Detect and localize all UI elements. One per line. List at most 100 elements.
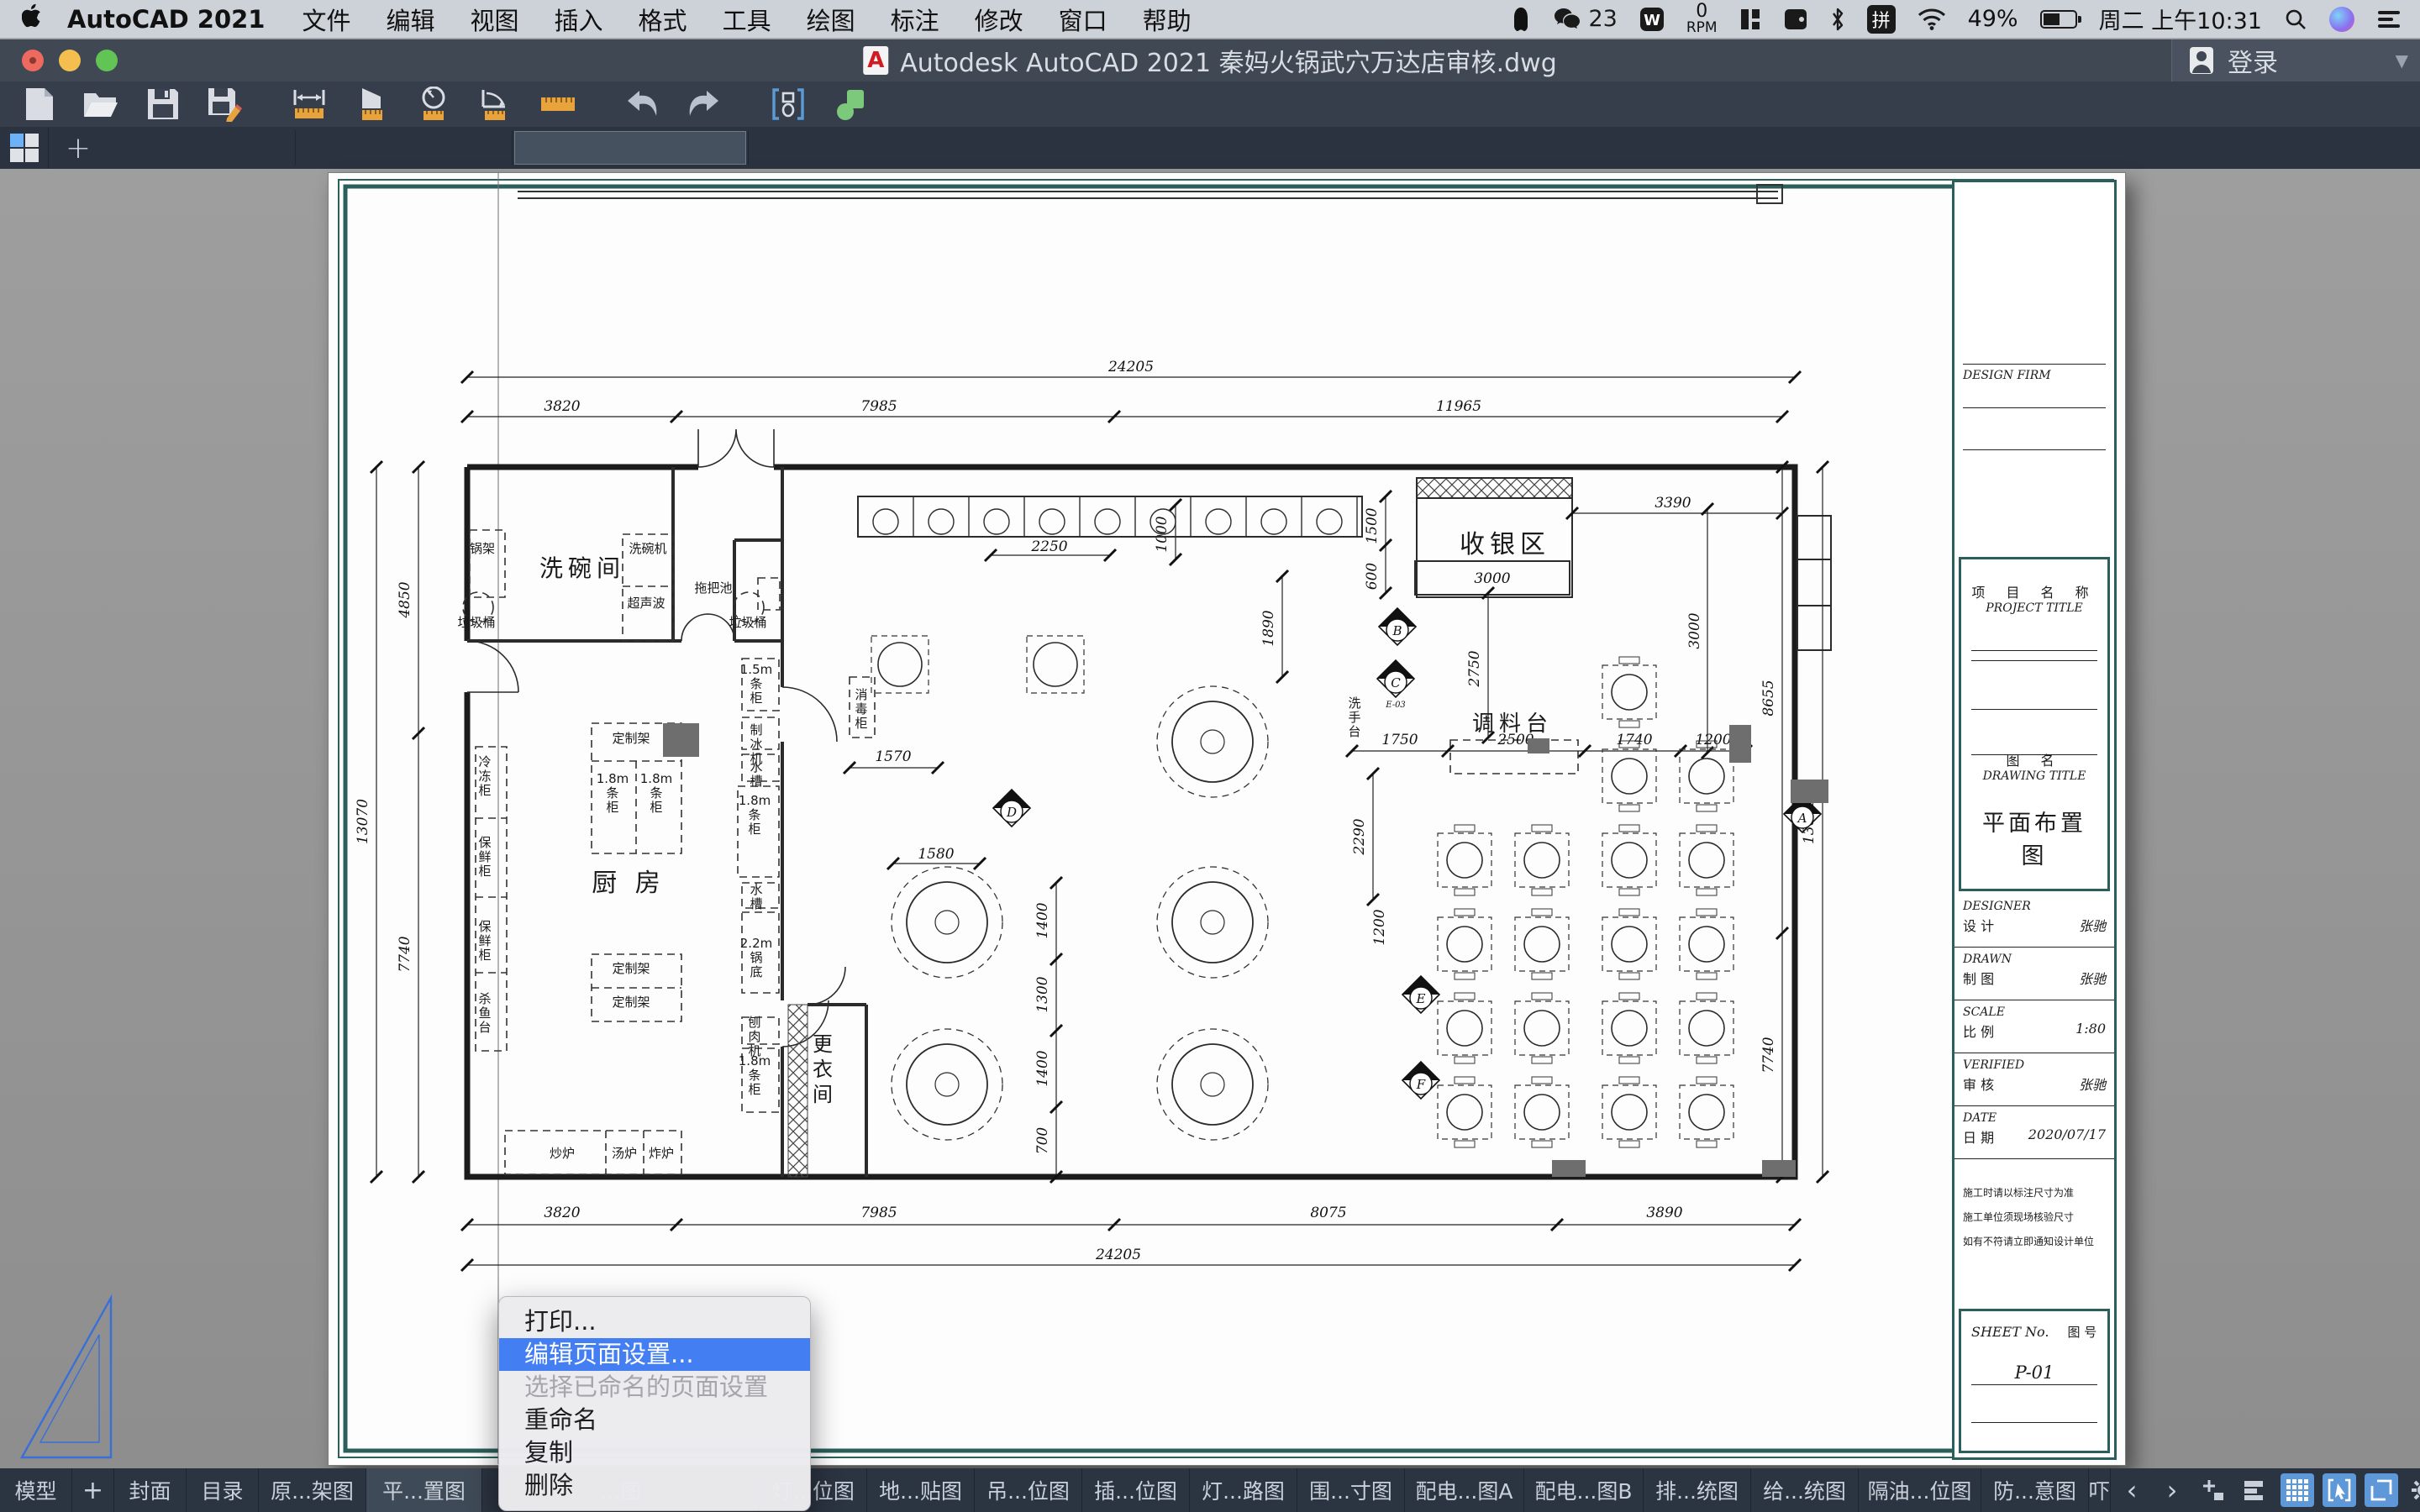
input-method-icon[interactable]: 拼: [1867, 5, 1896, 34]
layout-tab-给...统图[interactable]: 给...统图: [1751, 1468, 1859, 1512]
spotlight-icon[interactable]: [2284, 8, 2307, 31]
layout-tab-配电...图A[interactable]: 配电...图A: [1405, 1468, 1524, 1512]
menu-修改[interactable]: 修改: [975, 7, 1023, 35]
dim-angular-button[interactable]: [477, 86, 514, 123]
layout-tab-隔油...位图[interactable]: 隔油...位图: [1859, 1468, 1981, 1512]
menu-标注[interactable]: 标注: [891, 7, 939, 35]
apple-icon[interactable]: [22, 3, 44, 34]
svg-text:1.5m条柜: 1.5m条柜: [740, 662, 772, 706]
layout-tab-插...位图[interactable]: 插...位图: [1082, 1468, 1190, 1512]
wifi-icon[interactable]: [1918, 8, 1946, 30]
close-button[interactable]: [22, 50, 44, 71]
svg-text:3000: 3000: [1474, 570, 1510, 587]
dim-linear-button[interactable]: [291, 86, 328, 123]
layout-tab-围...寸图[interactable]: 围...寸图: [1297, 1468, 1405, 1512]
layout-paper: 2420538207985119653390150060030003000275…: [328, 172, 2126, 1466]
active-app-name: AutoCAD 2021: [67, 5, 265, 34]
layout-context-menu: 打印...编辑页面设置...选择已命名的页面设置重命名复制删除: [498, 1296, 811, 1511]
add-icon[interactable]: [2196, 1473, 2230, 1507]
menu-绘图[interactable]: 绘图: [807, 7, 855, 35]
svg-text:7740: 7740: [1760, 1037, 1777, 1073]
layout-tab-封面[interactable]: 封面: [114, 1468, 187, 1512]
layout-tab-原...架图[interactable]: 原...架图: [259, 1468, 366, 1512]
undo-button[interactable]: [623, 86, 660, 123]
menu-bar-clock[interactable]: 周二 上午10:31: [2099, 3, 2262, 35]
save-as-button[interactable]: [207, 86, 244, 123]
new-drawing-tab-button[interactable]: +: [49, 131, 108, 165]
minimize-button[interactable]: [59, 50, 81, 71]
login-label: 登录: [2228, 42, 2278, 79]
new-file-button[interactable]: [20, 86, 57, 123]
viewport-icon[interactable]: [2365, 1473, 2398, 1507]
wechat-icon[interactable]: 23: [1553, 6, 1617, 32]
context-menu-item[interactable]: 删除: [499, 1469, 810, 1502]
layout-tab-灯...路图[interactable]: 灯...路图: [1190, 1468, 1297, 1512]
svg-text:3820: 3820: [544, 398, 580, 415]
drawing-canvas[interactable]: 2420538207985119653390150060030003000275…: [0, 169, 2420, 1468]
bluetooth-icon[interactable]: [1830, 7, 1845, 32]
svg-text:4850: 4850: [397, 581, 413, 618]
menu-帮助[interactable]: 帮助: [1143, 7, 1192, 35]
chevron-right-icon[interactable]: ›: [2156, 1474, 2188, 1506]
layout-tab-吓[interactable]: 吓: [2089, 1468, 2111, 1512]
layers-icon[interactable]: [2238, 1473, 2272, 1507]
window-title-bar[interactable]: A Autodesk AutoCAD 2021 秦妈火锅武穴万达店审核.dwg …: [0, 39, 2420, 81]
open-folder-button[interactable]: [82, 86, 119, 123]
menu-窗口[interactable]: 窗口: [1059, 7, 1107, 35]
zoom-button[interactable]: [96, 50, 118, 71]
menu-格式[interactable]: 格式: [639, 7, 687, 35]
menu-编辑[interactable]: 编辑: [387, 7, 435, 35]
svg-text:7985: 7985: [860, 398, 897, 415]
gear-icon[interactable]: [2407, 1473, 2420, 1507]
new-layout-button[interactable]: +: [72, 1468, 114, 1512]
redo-button[interactable]: [686, 86, 723, 123]
context-menu-item[interactable]: 重命名: [499, 1404, 810, 1436]
layout-tab-排...统图[interactable]: 排...统图: [1644, 1468, 1751, 1512]
wps-icon[interactable]: W: [1639, 7, 1665, 32]
display-icon[interactable]: [1783, 8, 1808, 31]
app-icon[interactable]: [1511, 7, 1531, 32]
window-title: A Autodesk AutoCAD 2021 秦妈火锅武穴万达店审核.dwg: [863, 42, 1557, 79]
control-center-icon[interactable]: [2376, 9, 2402, 29]
login-button[interactable]: 登录 ▼: [2171, 39, 2420, 81]
layout-tab-目录[interactable]: 目录: [187, 1468, 259, 1512]
menu-视图[interactable]: 视图: [471, 7, 519, 35]
layout-tab-吊...位图[interactable]: 吊...位图: [975, 1468, 1082, 1512]
dim-radius-button[interactable]: [415, 86, 452, 123]
tab-overview-icon[interactable]: [0, 127, 49, 169]
layout-tab-模型[interactable]: 模型: [0, 1468, 72, 1512]
tab-separator: [512, 130, 513, 165]
svg-text:杀鱼台: 杀鱼台: [478, 991, 491, 1035]
layout-tab-平...置图[interactable]: 平...置图: [366, 1468, 482, 1512]
svg-text:1580: 1580: [918, 846, 954, 863]
ruler-button[interactable]: [539, 86, 576, 123]
chevron-left-icon[interactable]: ‹: [2116, 1474, 2148, 1506]
layout-tab-防...意图[interactable]: 防...意图: [1981, 1468, 2089, 1512]
active-drawing-tab[interactable]: [514, 131, 746, 165]
snap-cursor-icon[interactable]: [2323, 1473, 2356, 1507]
context-menu-item[interactable]: 打印...: [499, 1305, 810, 1338]
bartender-icon[interactable]: [1739, 8, 1761, 31]
menu-插入[interactable]: 插入: [555, 7, 603, 35]
layout-tab-配电...图B[interactable]: 配电...图B: [1524, 1468, 1644, 1512]
context-menu-item[interactable]: 复制: [499, 1436, 810, 1469]
isolate-objects-button[interactable]: [770, 86, 807, 123]
menu-工具[interactable]: 工具: [723, 7, 771, 35]
dim-aligned-button[interactable]: [353, 86, 390, 123]
context-menu-item[interactable]: 编辑页面设置...: [499, 1338, 810, 1371]
grid-icon[interactable]: [2281, 1473, 2314, 1507]
user-icon: [2189, 46, 2214, 75]
layout-tab-地...贴图[interactable]: 地...贴图: [867, 1468, 975, 1512]
battery-icon[interactable]: [2040, 10, 2077, 29]
svg-text:24205: 24205: [1095, 1247, 1141, 1263]
menu-文件[interactable]: 文件: [302, 7, 350, 35]
fan-rpm-indicator[interactable]: 0RPM: [1686, 3, 1718, 35]
save-button[interactable]: [145, 86, 182, 123]
drawing-title-en: DRAWING TITLE: [1971, 769, 2097, 783]
svg-text:水槽: 水槽: [750, 882, 762, 911]
svg-text:24205: 24205: [1107, 359, 1154, 375]
context-menu-item: 选择已命名的页面设置: [499, 1371, 810, 1404]
svg-text:汤炉: 汤炉: [612, 1146, 637, 1161]
group-button[interactable]: [832, 86, 869, 123]
siri-icon[interactable]: [2329, 7, 2354, 32]
